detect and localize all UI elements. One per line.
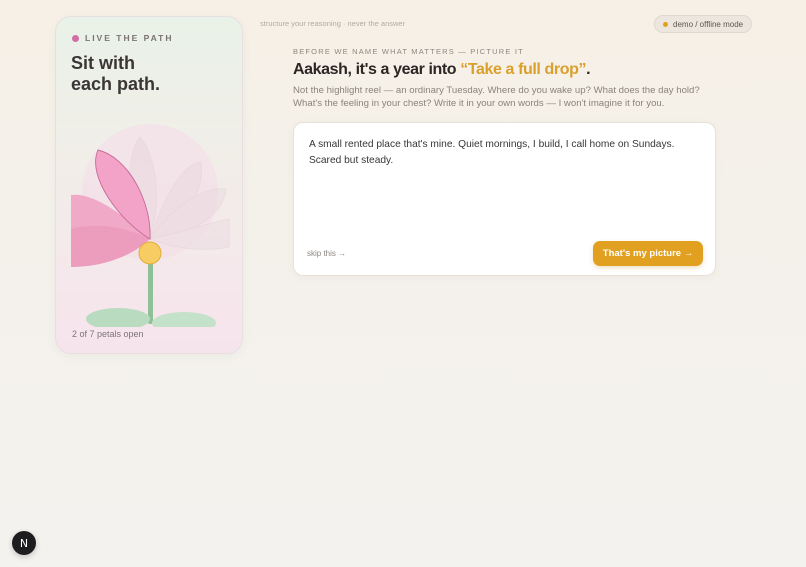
mode-dot-icon [663, 21, 668, 27]
prompt-description: Not the highlight reel — an ordinary Tue… [293, 85, 700, 109]
leaf-right [152, 312, 216, 327]
title-line-2: each path. [71, 74, 161, 94]
app-badge-letter: N [20, 537, 28, 550]
answer-textarea[interactable]: A small rented place that's mine. Quiet … [309, 137, 704, 168]
petals-open-count: 2 of 7 petals open [72, 329, 144, 339]
mode-badge-label: demo / offline mode [673, 19, 744, 29]
eyebrow-label: LIVE THE PATH [85, 33, 174, 43]
tagline: structure your reasoning · never the ans… [260, 19, 406, 28]
path-card: LIVE THE PATH Sit with each path. 2 of 7… [55, 16, 243, 354]
path-card-eyebrow: LIVE THE PATH [72, 33, 174, 43]
headline-prefix: Aakash, it's a year into [293, 61, 461, 78]
app-badge[interactable]: N [12, 531, 36, 555]
leaf-left [86, 308, 150, 327]
n-logo-icon: N [20, 537, 28, 550]
answer-card: A small rented place that's mine. Quiet … [293, 122, 716, 276]
path-card-title: Sit with each path. [71, 53, 231, 95]
flower-center [138, 241, 162, 265]
mode-badge: demo / offline mode [654, 15, 753, 33]
headline-suffix: . [586, 61, 591, 78]
page-title: Aakash, it's a year into “Take a full dr… [293, 61, 591, 79]
section-kicker: BEFORE WE NAME WHAT MATTERS — PICTURE IT [293, 47, 524, 56]
skip-link[interactable]: skip this → [307, 249, 346, 258]
lotus-flower-illustration [71, 124, 230, 327]
title-line-1: Sit with [71, 53, 135, 73]
headline-path-name: “Take a full drop” [460, 61, 587, 78]
status-dot-icon [72, 34, 79, 42]
confirm-picture-button[interactable]: That's my picture → [593, 241, 703, 266]
